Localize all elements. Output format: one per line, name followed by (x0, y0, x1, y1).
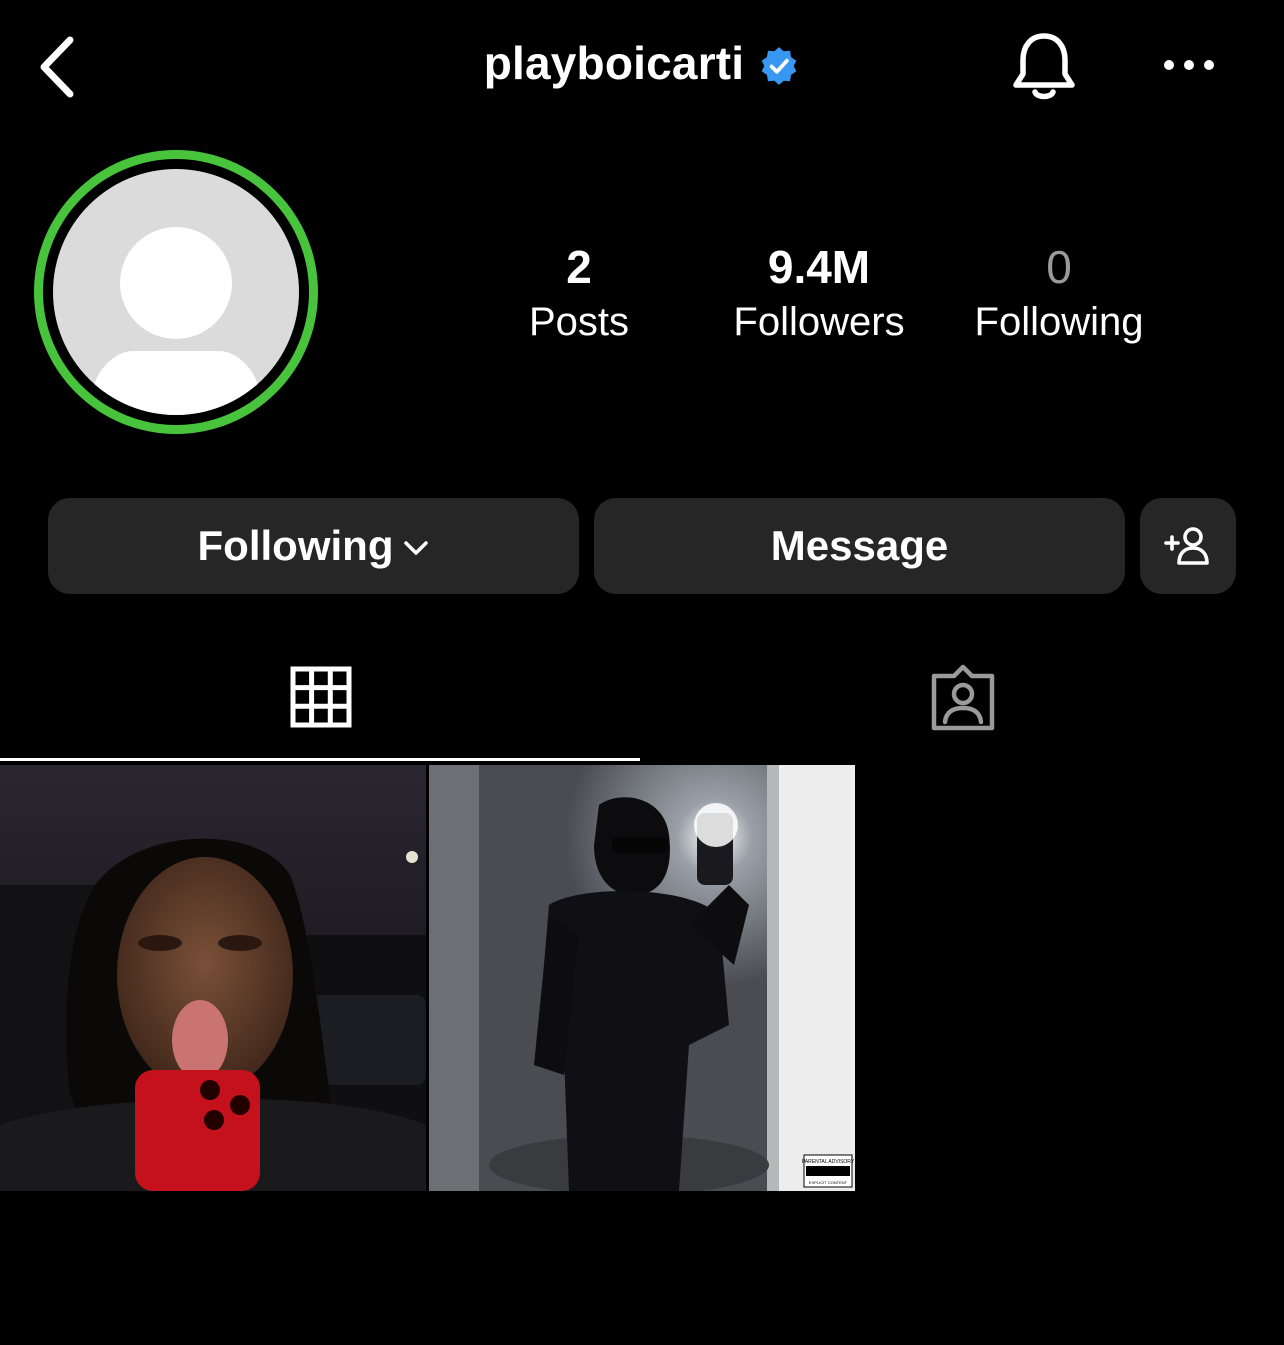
stat-following[interactable]: 0 Following (949, 240, 1169, 350)
profile-header: playboicarti (0, 36, 1284, 90)
tab-posts-grid[interactable] (0, 640, 640, 760)
posts-label: Posts (528, 300, 630, 344)
tab-tagged[interactable] (642, 640, 1284, 760)
notifications-button[interactable] (1010, 30, 1078, 104)
following-button-label: Following (197, 522, 394, 569)
message-button-label: Message (770, 522, 949, 569)
message-button[interactable]: Message (594, 498, 1125, 594)
avatar[interactable] (34, 150, 318, 434)
followers-label: Followers (733, 300, 905, 344)
following-button[interactable]: Following (48, 498, 579, 594)
tagged-person-icon (931, 664, 995, 731)
posts-count: 2 (566, 241, 592, 293)
following-count: 0 (1046, 241, 1072, 293)
add-person-icon (1164, 527, 1209, 565)
post-thumbnail-2[interactable]: PARENTAL ADVISORY EXPLICIT CONTENT (429, 765, 855, 1191)
chevron-down-icon (404, 541, 429, 555)
more-horizontal-icon (1164, 60, 1214, 70)
parental-advisory-top: PARENTAL ADVISORY (802, 1159, 855, 1165)
bell-icon (1013, 33, 1075, 100)
default-avatar-icon (53, 169, 299, 415)
suggested-accounts-button[interactable] (1140, 498, 1236, 594)
grid-icon (290, 666, 352, 728)
post-photo-1 (0, 765, 426, 1191)
verified-badge-icon (761, 47, 797, 85)
post-thumbnail-1[interactable] (0, 765, 426, 1191)
following-label: Following (974, 300, 1144, 344)
followers-count: 9.4M (767, 241, 871, 293)
post-photo-2: PARENTAL ADVISORY EXPLICIT CONTENT (429, 765, 855, 1191)
stat-posts[interactable]: 2 Posts (469, 240, 689, 350)
active-tab-indicator (0, 758, 640, 761)
stat-followers[interactable]: 9.4M Followers (709, 240, 929, 350)
more-options-button[interactable] (1160, 52, 1218, 78)
username: playboicarti (483, 37, 745, 89)
parental-advisory-bottom: EXPLICIT CONTENT (809, 1180, 848, 1185)
